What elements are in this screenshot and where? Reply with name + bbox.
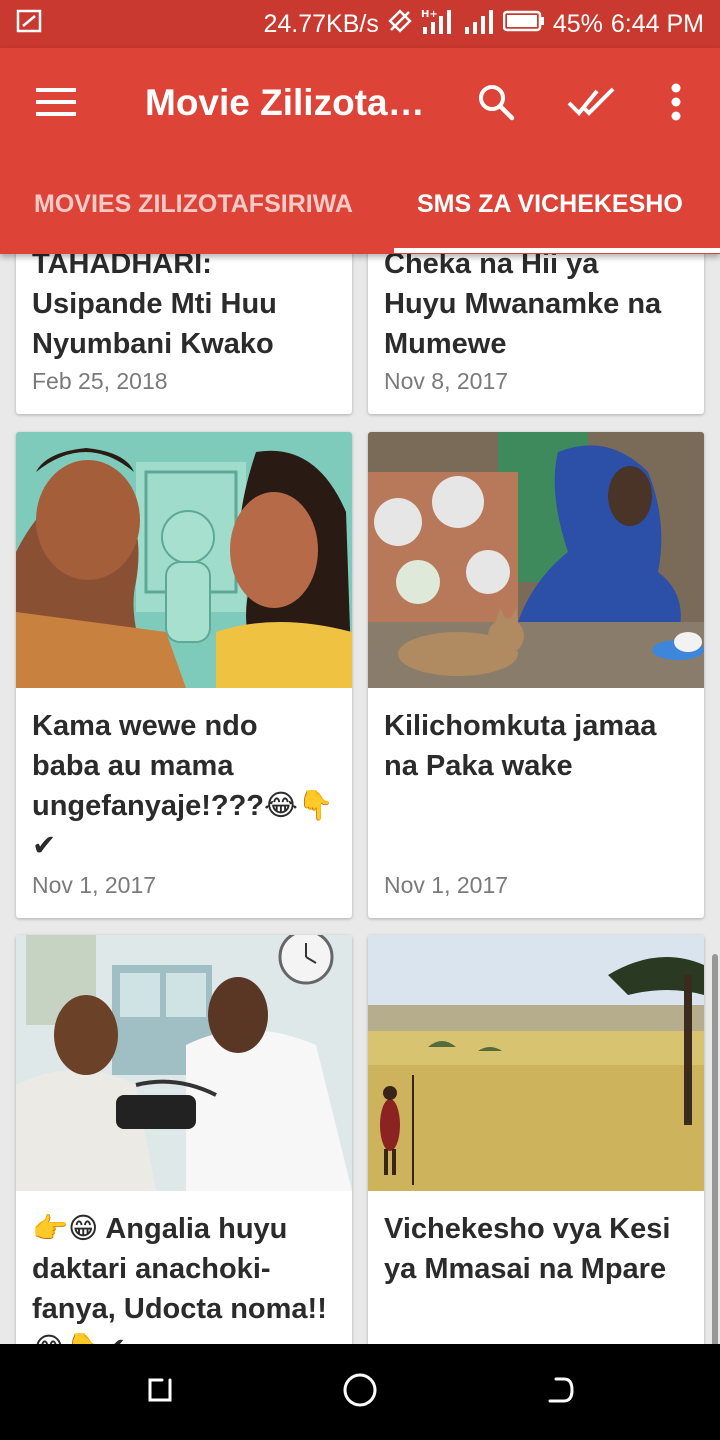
home-icon <box>342 1372 378 1413</box>
recents-button[interactable] <box>136 1368 184 1416</box>
app-bar: Movie Zilizota… MOVIES ZILIZOTAFSIRIWA S… <box>0 48 720 254</box>
menu-icon <box>36 87 76 122</box>
post-card[interactable]: Cheka na Hii ya Huyu Mwanamke na Mumewe … <box>368 254 704 414</box>
card-title-line: ✔ <box>32 830 57 862</box>
search-icon <box>476 82 516 127</box>
card-title: Vichekesho vya Kesi ya Mmasai na Mpare <box>384 1209 694 1289</box>
network-type-label: H+ <box>421 9 438 20</box>
post-card[interactable]: Kama wewe ndo baba au mama ungefanyaje!?… <box>16 432 352 918</box>
card-title: Kama wewe ndo baba au mama ungefanyaje!?… <box>32 706 342 866</box>
card-image-woman-with-cat <box>368 432 704 688</box>
data-saver-icon <box>387 8 413 41</box>
back-button[interactable] <box>536 1368 584 1416</box>
card-title-line: fanya, Udocta noma!! <box>32 1293 327 1325</box>
battery-icon <box>502 9 545 40</box>
post-card[interactable]: TAHADHARI: Usipande Mti Huu Nyumbani Kwa… <box>16 254 352 414</box>
network-speed: 24.77KB/s <box>263 9 379 38</box>
post-card[interactable]: Kilichomkuta jamaa na Paka wake Nov 1, 2… <box>368 432 704 918</box>
page-title: Movie Zilizota… <box>145 82 425 123</box>
card-title-line: na Paka wake <box>384 750 573 782</box>
back-icon <box>544 1374 576 1411</box>
card-title: 👉😁 Angalia huyu daktari anachoki- fanya,… <box>32 1209 342 1344</box>
post-grid: TAHADHARI: Usipande Mti Huu Nyumbani Kwa… <box>0 254 720 1344</box>
card-date: Nov 1, 2017 <box>32 872 157 898</box>
search-button[interactable] <box>466 76 526 132</box>
tab-bar: MOVIES ZILIZOTAFSIRIWA SMS ZA VICHEKESHO <box>0 160 720 254</box>
card-title: Cheka na Hii ya Huyu Mwanamke na Mumewe <box>384 254 694 364</box>
card-date: Feb 25, 2018 <box>32 368 168 394</box>
card-title: TAHADHARI: Usipande Mti Huu Nyumbani Kwa… <box>32 254 342 364</box>
card-title-line: Kilichomkuta jamaa <box>384 710 657 742</box>
card-title-line: 👉😁 Angalia huyu <box>32 1213 288 1245</box>
recents-icon <box>144 1374 176 1411</box>
mobile-signal-icon: H+ <box>421 7 455 42</box>
scrollbar[interactable] <box>712 954 718 1344</box>
card-date: Nov 1, 2017 <box>384 872 509 898</box>
card-image-couple-illustration <box>16 432 352 688</box>
card-title: Kilichomkuta jamaa na Paka wake <box>384 706 694 786</box>
screenshot-icon <box>16 8 42 41</box>
card-title-line: TAHADHARI: <box>32 254 212 280</box>
clock: 6:44 PM <box>610 9 704 38</box>
card-image-savanna <box>368 935 704 1191</box>
system-nav-bar <box>0 1344 720 1440</box>
tab-indicator <box>394 248 720 253</box>
card-title-line: Mumewe <box>384 328 507 360</box>
menu-button[interactable] <box>24 76 88 132</box>
card-image-doctor-visit <box>16 935 352 1191</box>
mark-all-read-button[interactable] <box>560 76 624 132</box>
overflow-menu-button[interactable] <box>652 76 700 132</box>
home-button[interactable] <box>336 1368 384 1416</box>
tab-sms-za-vichekesho[interactable]: SMS ZA VICHEKESHO <box>417 190 683 219</box>
card-title-line: Vichekesho vya Kesi <box>384 1213 671 1245</box>
card-title-line: Nyumbani Kwako <box>32 328 274 360</box>
tab-movies-zilizotafsiriwa[interactable]: MOVIES ZILIZOTAFSIRIWA <box>34 190 353 219</box>
card-title-line: 😂👇✔ <box>32 1329 342 1344</box>
battery-percent: 45% <box>552 9 603 38</box>
card-title-line: baba au mama <box>32 750 234 782</box>
card-title-line: ungefanyaje!???😂👇 <box>32 790 335 822</box>
card-title-line: Kama wewe ndo <box>32 710 258 742</box>
card-title-line: Huyu Mwanamke na <box>384 288 662 320</box>
card-title-line: Usipande Mti Huu <box>32 288 277 320</box>
status-bar: 24.77KB/s H+ 45% 6:44 PM <box>0 0 720 48</box>
card-title-line: ya Mmasai na Mpare <box>384 1253 667 1285</box>
post-card[interactable]: Vichekesho vya Kesi ya Mmasai na Mpare <box>368 935 704 1344</box>
more-vert-icon <box>670 83 682 126</box>
card-title-line: daktari anachoki- <box>32 1253 271 1285</box>
card-title-line: Cheka na Hii ya <box>384 254 599 280</box>
card-date: Nov 8, 2017 <box>384 368 509 394</box>
signal-icon <box>463 7 495 42</box>
post-card[interactable]: 👉😁 Angalia huyu daktari anachoki- fanya,… <box>16 935 352 1344</box>
double-check-icon <box>567 85 617 124</box>
toolbar: Movie Zilizota… <box>0 48 720 160</box>
